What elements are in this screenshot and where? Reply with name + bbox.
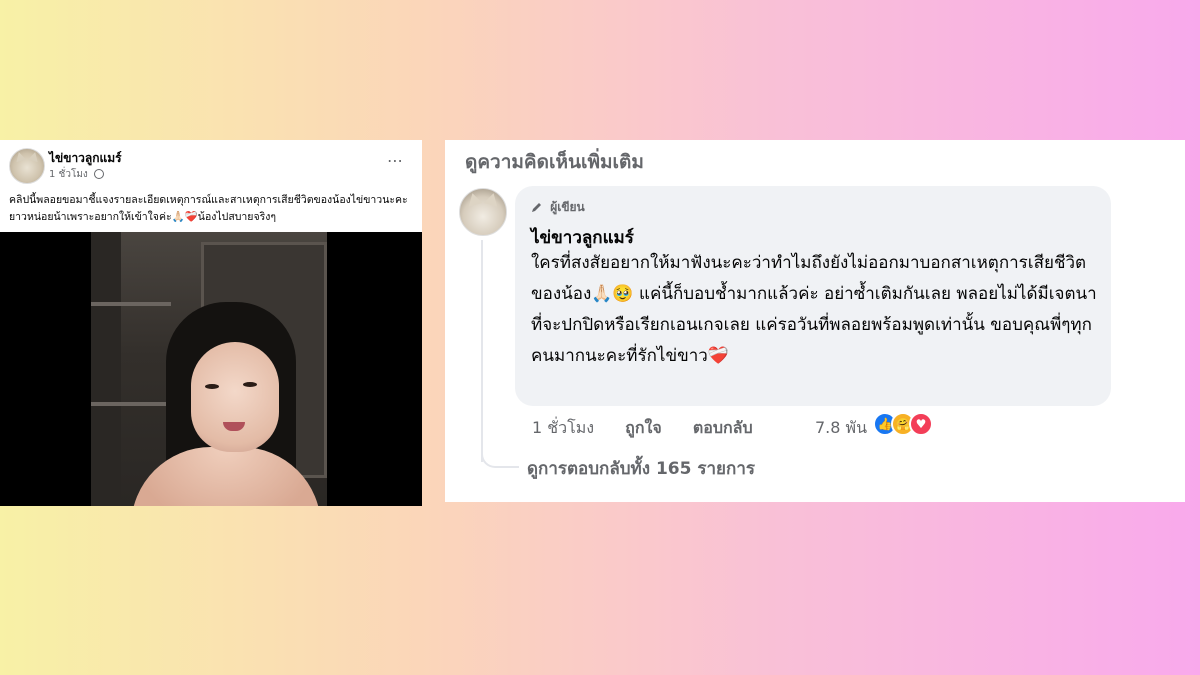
post-time[interactable]: 1 ชั่วโมง [49,169,88,180]
author-badge: ผู้เขียน [531,198,585,217]
pen-icon [532,203,541,212]
reply-button[interactable]: ตอบกลับ [693,416,753,441]
post-video[interactable] [0,232,422,506]
globe-icon [93,169,104,179]
video-shelf [91,302,171,306]
video-person-eye [205,384,219,389]
post-caption: คลิปนี้พลอยขอมาชี้แจงรายละเอียดเหตุการณ์… [9,194,408,223]
comment-text: ใครที่สงสัยอยากให้มาฟังนะคะว่าทำไมถึงยัง… [531,253,1097,366]
video-frame [91,232,327,506]
comment-bubble: ผู้เขียน ไข่ขาวลูกแมร์ ใครที่สงสัยอยากให… [515,186,1111,406]
video-shelf [91,402,171,406]
cat-ear-right [28,150,40,163]
reaction-count[interactable]: 7.8 พัน [815,416,867,441]
cat-ear-left [465,191,483,207]
cat-ear-left [14,150,26,163]
comment-author-avatar[interactable] [459,188,507,236]
comment-actions: 1 ชั่วโมง ถูกใจ ตอบกลับ [532,416,779,440]
like-button[interactable]: ถูกใจ [625,416,662,441]
post-author-avatar[interactable] [9,148,45,184]
view-more-comments-link[interactable]: ดูความคิดเห็นเพิ่มเติม [465,147,644,177]
thread-line [481,240,483,462]
comment-author-name[interactable]: ไข่ขาวลูกแมร์ [531,224,634,251]
video-person-eye [243,382,257,387]
more-options-icon[interactable]: ⋯ [387,151,404,170]
video-wardrobe-left [91,232,121,506]
post-author-name[interactable]: ไข่ขาวลูกแมร์ [49,149,122,168]
cat-ear-right [483,191,501,207]
author-badge-label: ผู้เขียน [550,200,585,214]
love-icon: ♥ [909,412,933,436]
comment-time[interactable]: 1 ชั่วโมง [532,416,594,441]
view-replies-link[interactable]: ดูการตอบกลับทั้ง 165 รายการ [527,455,755,482]
video-person-face [191,342,279,452]
facebook-post: ไข่ขาวลูกแมร์ 1 ชั่วโมง ⋯ คลิปนี้พลอยขอม… [0,140,422,506]
comments-panel: ดูความคิดเห็นเพิ่มเติม ผู้เขียน ไข่ขาวลู… [445,140,1185,502]
post-meta: 1 ชั่วโมง [49,167,104,182]
thread-connector [481,440,519,468]
